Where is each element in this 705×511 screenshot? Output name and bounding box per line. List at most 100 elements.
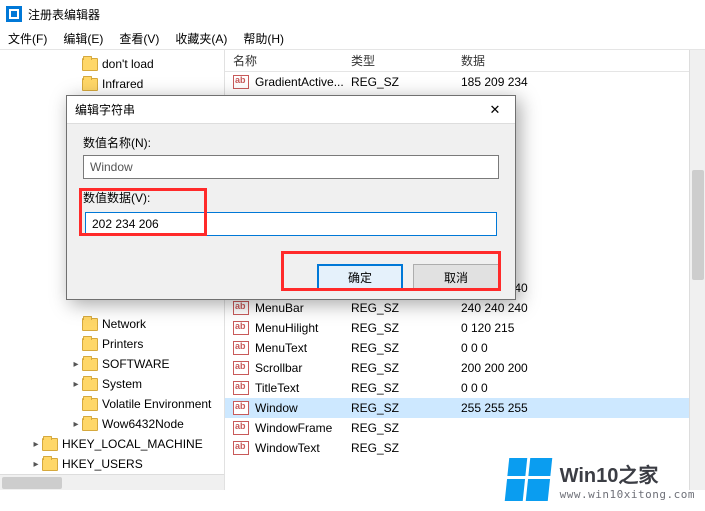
- list-row[interactable]: TitleTextREG_SZ0 0 0: [225, 378, 705, 398]
- ok-button[interactable]: 确定: [317, 264, 403, 290]
- value-data-label: 数值数据(V):: [83, 189, 499, 206]
- string-value-icon: [233, 441, 249, 455]
- tree-item[interactable]: ▸ Wow6432Node: [0, 414, 224, 434]
- folder-icon: [42, 458, 58, 471]
- value-name: MenuText: [255, 341, 307, 355]
- close-button[interactable]: ✕: [483, 100, 507, 120]
- value-data: 255 255 255: [453, 401, 705, 415]
- menu-help[interactable]: 帮助(H): [243, 30, 284, 47]
- tree-item[interactable]: Infrared: [0, 74, 224, 94]
- value-data: 0 120 215: [453, 321, 705, 335]
- string-value-icon: [233, 321, 249, 335]
- scrollbar-thumb[interactable]: [2, 477, 62, 489]
- list-row[interactable]: WindowFrame REG_SZ: [225, 418, 705, 438]
- value-type: REG_SZ: [343, 301, 453, 315]
- value-type: REG_SZ: [343, 341, 453, 355]
- tree-label: don't load: [102, 57, 154, 71]
- folder-icon: [82, 58, 98, 71]
- tree-h-scrollbar[interactable]: [0, 474, 224, 490]
- tree-item[interactable]: Printers: [0, 334, 224, 354]
- expand-toggle[interactable]: ▸: [70, 359, 82, 370]
- expand-toggle[interactable]: ▸: [30, 459, 42, 470]
- tree-label: Wow6432Node: [102, 417, 184, 431]
- value-type: REG_SZ: [343, 361, 453, 375]
- expand-toggle[interactable]: ▸: [70, 419, 82, 430]
- tree-label: SOFTWARE: [102, 357, 170, 371]
- string-value-icon: [233, 341, 249, 355]
- value-name: TitleText: [255, 381, 299, 395]
- value-data: 185 209 234: [453, 75, 705, 89]
- tree-item[interactable]: ▸ System: [0, 374, 224, 394]
- tree-label: Volatile Environment: [102, 397, 211, 411]
- tree-item[interactable]: ▸ SOFTWARE: [0, 354, 224, 374]
- value-data-input[interactable]: [85, 212, 497, 236]
- menu-file[interactable]: 文件(F): [8, 30, 47, 47]
- tree-label: System: [102, 377, 142, 391]
- tree-label: Network: [102, 317, 146, 331]
- value-name: WindowFrame: [255, 421, 332, 435]
- menu-favorites[interactable]: 收藏夹(A): [175, 30, 227, 47]
- menu-bar: 文件(F) 编辑(E) 查看(V) 收藏夹(A) 帮助(H): [0, 28, 705, 50]
- value-name: GradientActive...: [255, 75, 343, 89]
- value-name-label: 数值名称(N):: [83, 134, 499, 151]
- tree-label: Printers: [102, 337, 143, 351]
- menu-view[interactable]: 查看(V): [119, 30, 159, 47]
- cancel-button[interactable]: 取消: [413, 264, 499, 290]
- string-value-icon: [233, 381, 249, 395]
- tree-item[interactable]: Volatile Environment: [0, 394, 224, 414]
- expand-toggle[interactable]: ▸: [30, 439, 42, 450]
- value-data: 0 0 0: [453, 341, 705, 355]
- app-icon: [6, 6, 22, 22]
- scrollbar-thumb[interactable]: [692, 170, 704, 280]
- list-v-scrollbar[interactable]: [689, 50, 705, 490]
- string-value-icon: [233, 401, 249, 415]
- tree-label: Infrared: [102, 77, 143, 91]
- value-type: REG_SZ: [343, 381, 453, 395]
- tree-item[interactable]: ▸ HKEY_USERS: [0, 454, 224, 474]
- list-row[interactable]: Scrollbar REG_SZ200 200 200: [225, 358, 705, 378]
- tree-item[interactable]: ▸ HKEY_LOCAL_MACHINE: [0, 434, 224, 454]
- value-type: REG_SZ: [343, 441, 453, 455]
- list-row[interactable]: MenuText REG_SZ0 0 0: [225, 338, 705, 358]
- tree-label: HKEY_LOCAL_MACHINE: [62, 437, 203, 451]
- folder-icon: [82, 398, 98, 411]
- expand-toggle[interactable]: ▸: [70, 379, 82, 390]
- value-name-input[interactable]: [83, 155, 499, 179]
- edit-string-dialog: 编辑字符串 ✕ 数值名称(N): 数值数据(V): 确定 取消: [66, 95, 516, 300]
- value-name: MenuBar: [255, 301, 304, 315]
- watermark: Win10之家 www.win10xitong.com: [507, 458, 695, 501]
- value-type: REG_SZ: [343, 75, 453, 89]
- value-name: Scrollbar: [255, 361, 302, 375]
- value-type: REG_SZ: [343, 321, 453, 335]
- value-name: WindowText: [255, 441, 320, 455]
- folder-icon: [82, 78, 98, 91]
- folder-icon: [82, 318, 98, 331]
- list-row[interactable]: WindowText REG_SZ: [225, 438, 705, 458]
- list-row[interactable]: MenuHilightREG_SZ0 120 215: [225, 318, 705, 338]
- list-row[interactable]: Window REG_SZ255 255 255: [225, 398, 705, 418]
- tree-label: HKEY_USERS: [62, 457, 143, 471]
- col-header-name[interactable]: 名称: [225, 52, 343, 69]
- col-header-data[interactable]: 数据: [453, 52, 705, 69]
- watermark-url: www.win10xitong.com: [560, 488, 695, 501]
- tree-item[interactable]: don't load: [0, 54, 224, 74]
- tree-item[interactable]: Network: [0, 314, 224, 334]
- list-row[interactable]: MenuBar REG_SZ240 240 240: [225, 298, 705, 318]
- folder-icon: [82, 338, 98, 351]
- value-type: REG_SZ: [343, 421, 453, 435]
- string-value-icon: [233, 361, 249, 375]
- menu-edit[interactable]: 编辑(E): [63, 30, 103, 47]
- string-value-icon: [233, 75, 249, 89]
- watermark-brand: Win10之家: [560, 459, 695, 488]
- folder-icon: [82, 358, 98, 371]
- dialog-title: 编辑字符串: [75, 101, 135, 118]
- value-data: 240 240 240: [453, 301, 705, 315]
- value-data: 200 200 200: [453, 361, 705, 375]
- title-bar: 注册表编辑器: [0, 0, 705, 28]
- dialog-title-bar[interactable]: 编辑字符串 ✕: [67, 96, 515, 124]
- list-row[interactable]: GradientActive...REG_SZ185 209 234: [225, 72, 705, 92]
- col-header-type[interactable]: 类型: [343, 52, 453, 69]
- value-name: Window: [255, 401, 298, 415]
- folder-icon: [42, 438, 58, 451]
- value-type: REG_SZ: [343, 401, 453, 415]
